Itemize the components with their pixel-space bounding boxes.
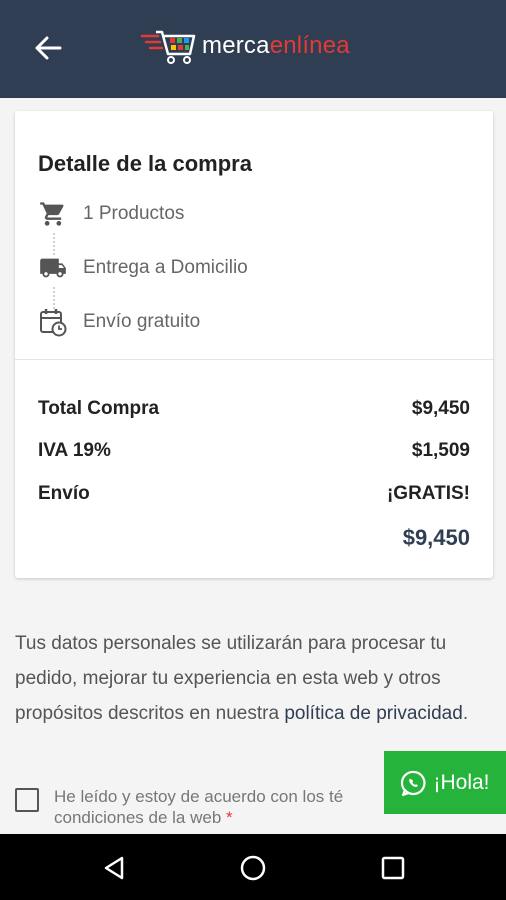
nav-back-button[interactable] bbox=[94, 848, 134, 888]
card-divider bbox=[15, 359, 493, 360]
step-shipping: Envío gratuito bbox=[38, 307, 200, 337]
terms-text-line1: He leído y estoy de acuerdo con los té bbox=[54, 787, 344, 806]
back-button[interactable] bbox=[28, 30, 68, 66]
privacy-notice: Tus datos personales se utilizarán para … bbox=[15, 626, 485, 731]
card-title: Detalle de la compra bbox=[38, 151, 252, 176]
terms-checkbox[interactable] bbox=[15, 788, 39, 812]
chat-label: ¡Hola! bbox=[433, 770, 490, 794]
terms-agreement: He leído y estoy de acuerdo con los té c… bbox=[15, 786, 384, 828]
step-connector bbox=[53, 233, 55, 255]
square-recents-icon bbox=[381, 856, 405, 880]
row-label: IVA 19% bbox=[38, 440, 111, 461]
step-connector bbox=[53, 287, 55, 309]
logo-text-part1: merca bbox=[202, 32, 270, 59]
app-bar: mercaenlínea bbox=[0, 0, 506, 98]
truck-icon bbox=[38, 253, 68, 283]
step-label: Envío gratuito bbox=[83, 311, 201, 332]
step-products: 1 Productos bbox=[38, 199, 184, 229]
nav-home-button[interactable] bbox=[233, 848, 273, 888]
row-value: ¡GRATIS! bbox=[386, 483, 470, 504]
triangle-back-icon bbox=[104, 856, 124, 880]
summary-row-iva: IVA 19% $1,509 bbox=[38, 440, 470, 462]
privacy-text-end: . bbox=[462, 703, 469, 724]
row-label: Total Compra bbox=[38, 398, 160, 419]
privacy-policy-link[interactable]: política de privacidad bbox=[284, 703, 463, 724]
nav-recents-button[interactable] bbox=[373, 848, 413, 888]
whatsapp-chat-button[interactable]: ¡Hola! bbox=[384, 751, 506, 814]
step-delivery: Entrega a Domicilio bbox=[38, 253, 248, 283]
app-logo: mercaenlínea bbox=[140, 24, 350, 68]
row-value: $1,509 bbox=[411, 440, 470, 461]
grand-total: $9,450 bbox=[402, 525, 470, 550]
purchase-summary-card: Detalle de la compra 1 Productos Entrega… bbox=[15, 111, 493, 578]
calendar-clock-icon bbox=[38, 307, 68, 337]
arrow-left-icon bbox=[35, 36, 62, 60]
row-label: Envío bbox=[38, 483, 90, 504]
step-label: 1 Productos bbox=[83, 203, 185, 224]
cart-icon bbox=[38, 199, 68, 229]
row-value: $9,450 bbox=[411, 398, 470, 419]
system-nav-bar bbox=[0, 834, 506, 900]
required-marker: * bbox=[226, 808, 233, 827]
logo-cart-icon bbox=[140, 30, 196, 64]
circle-home-icon bbox=[240, 855, 266, 881]
whatsapp-icon bbox=[401, 770, 427, 796]
summary-row-total: Total Compra $9,450 bbox=[38, 398, 470, 420]
terms-label: He leído y estoy de acuerdo con los té c… bbox=[54, 786, 384, 828]
step-label: Entrega a Domicilio bbox=[83, 257, 248, 278]
logo-text-part2: enlínea bbox=[269, 32, 350, 59]
summary-row-shipping: Envío ¡GRATIS! bbox=[38, 483, 470, 505]
terms-text-line2: condiciones de la web bbox=[54, 808, 222, 827]
